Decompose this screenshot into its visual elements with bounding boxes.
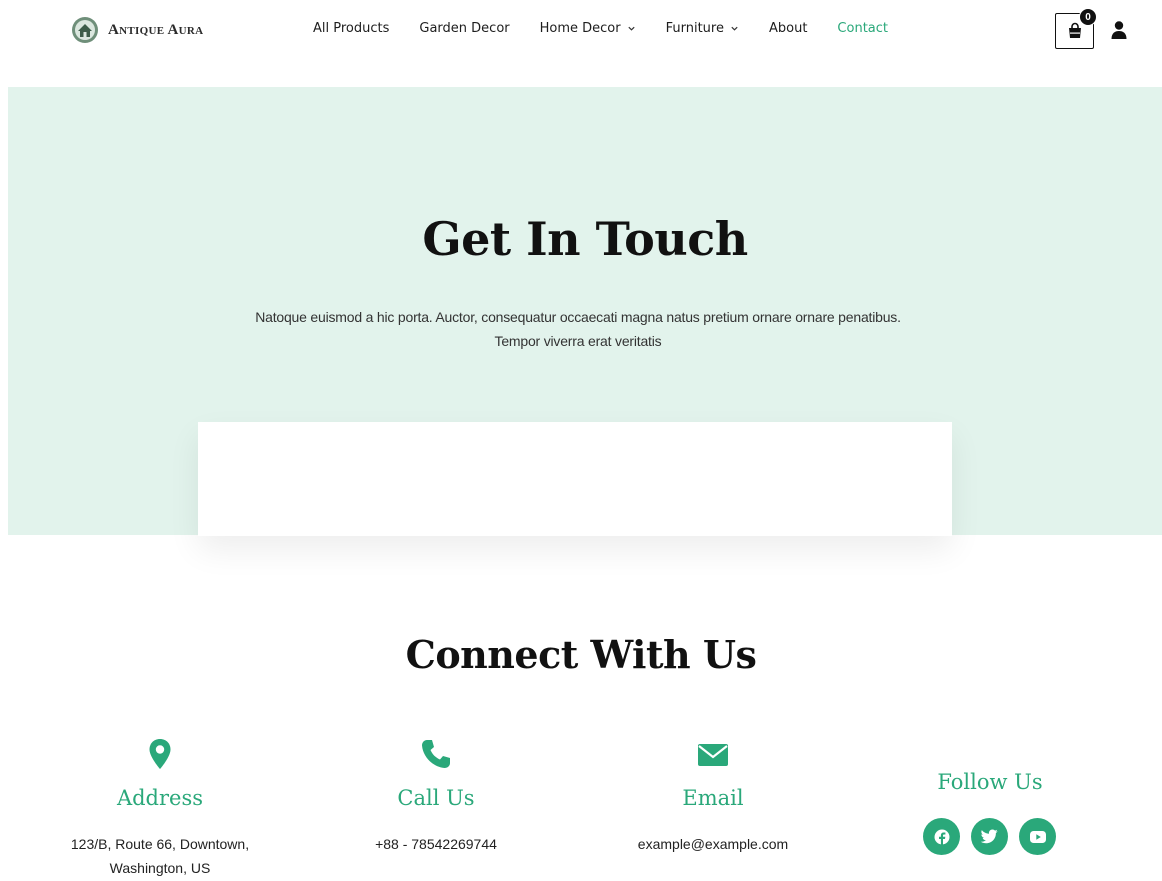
email-title: Email bbox=[682, 786, 744, 810]
follow-title: Follow Us bbox=[937, 770, 1043, 794]
logo-emblem-icon bbox=[72, 17, 98, 43]
twitter-icon bbox=[981, 829, 998, 844]
email-block: Email example@example.com bbox=[583, 738, 843, 856]
nav-item-label: Furniture bbox=[665, 21, 724, 36]
nav-item-label: Contact bbox=[837, 21, 888, 36]
nav-item-label: Garden Decor bbox=[419, 21, 510, 36]
facebook-link[interactable] bbox=[923, 818, 960, 855]
connect-title: Connect With Us bbox=[405, 632, 757, 677]
address-block: Address 123/B, Route 66, Downtown, Washi… bbox=[30, 738, 290, 880]
nav-item-contact[interactable]: Contact bbox=[837, 21, 888, 36]
chevron-down-icon bbox=[731, 26, 738, 31]
nav-item-all-products[interactable]: All Products bbox=[313, 21, 389, 36]
youtube-link[interactable] bbox=[1019, 818, 1056, 855]
nav-item-furniture[interactable]: Furniture bbox=[666, 21, 739, 36]
cart-count-badge: 0 bbox=[1079, 8, 1097, 26]
nav-item-label: All Products bbox=[313, 21, 390, 36]
site-header: Antique Aura All Products Garden Decor H… bbox=[0, 0, 1162, 62]
hero-description-line: Natoque euismod a hic porta. Auctor, con… bbox=[255, 309, 901, 325]
email-address[interactable]: example@example.com bbox=[583, 832, 843, 856]
main-nav: All Products Garden Decor Home Decor Fur… bbox=[313, 21, 888, 36]
twitter-link[interactable] bbox=[971, 818, 1008, 855]
social-links bbox=[923, 818, 1056, 855]
brand-name: Antique Aura bbox=[108, 21, 204, 38]
brand-logo[interactable]: Antique Aura bbox=[70, 15, 203, 45]
nav-item-garden-decor[interactable]: Garden Decor bbox=[419, 21, 509, 36]
phone-block: Call Us +88 - 78542269744 bbox=[306, 738, 566, 856]
nav-item-label: About bbox=[768, 21, 808, 36]
phone-number[interactable]: +88 - 78542269744 bbox=[306, 832, 566, 856]
address-line: 123/B, Route 66, Downtown, bbox=[70, 836, 250, 852]
user-icon[interactable] bbox=[1110, 20, 1128, 40]
envelope-icon bbox=[698, 744, 728, 766]
hero-title: Get In Touch bbox=[422, 212, 748, 266]
address-title: Address bbox=[116, 786, 204, 810]
address-line: Washington, US bbox=[109, 860, 211, 876]
nav-item-label: Home Decor bbox=[539, 21, 621, 36]
contact-form-card bbox=[198, 422, 952, 536]
shopping-bag-icon bbox=[1068, 22, 1081, 38]
hero-description: Natoque euismod a hic porta. Auctor, con… bbox=[188, 305, 968, 353]
address-text: 123/B, Route 66, Downtown, Washington, U… bbox=[30, 832, 290, 880]
cart-button[interactable]: 0 bbox=[1055, 8, 1097, 49]
nav-item-about[interactable]: About bbox=[769, 21, 807, 36]
chevron-down-icon bbox=[627, 26, 635, 31]
hero-description-line: Tempor viverra erat veritatis bbox=[494, 333, 662, 349]
phone-icon bbox=[422, 740, 450, 768]
youtube-icon bbox=[1029, 830, 1046, 843]
map-pin-icon bbox=[149, 739, 171, 769]
facebook-icon bbox=[934, 829, 949, 845]
nav-item-home-decor[interactable]: Home Decor bbox=[540, 21, 636, 36]
phone-title: Call Us bbox=[397, 786, 475, 810]
